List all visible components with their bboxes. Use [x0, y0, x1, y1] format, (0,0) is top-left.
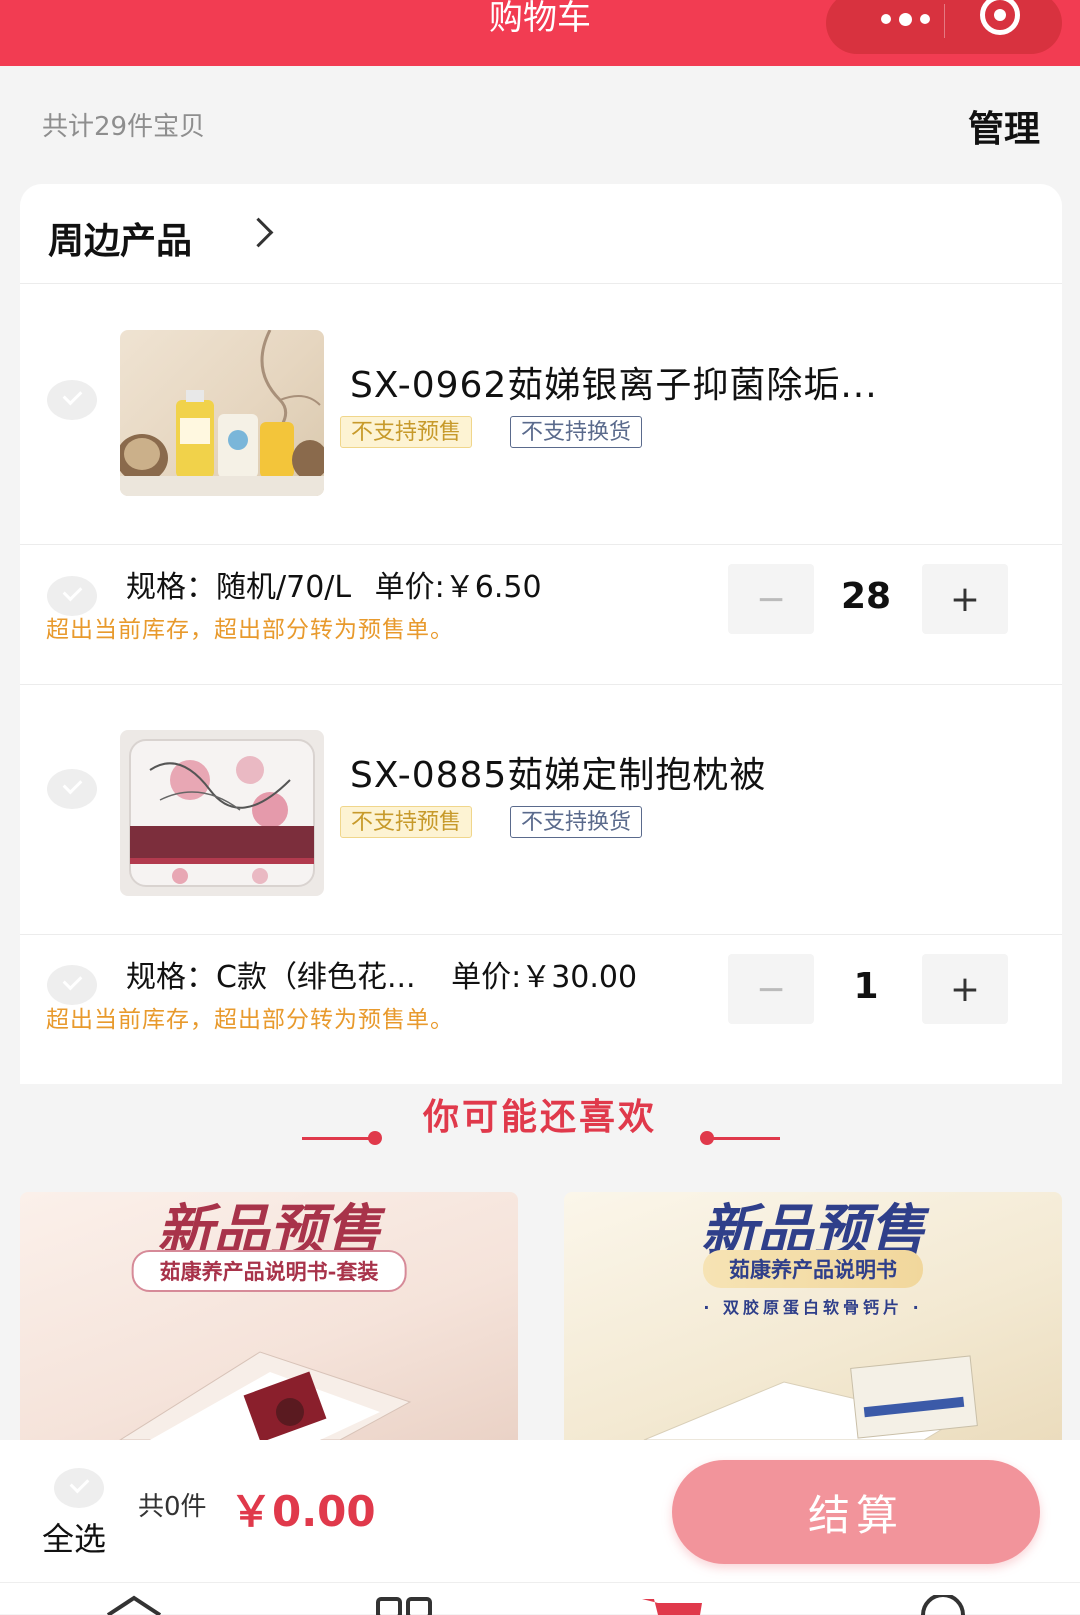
cleaner-bottles-illustration	[120, 330, 324, 496]
more-dots-icon[interactable]	[860, 0, 950, 46]
promo-card[interactable]: 新品预售 茹康养产品说明书-套装	[20, 1192, 518, 1440]
category-icon[interactable]	[376, 1595, 432, 1615]
cart-count-text: 共计29件宝贝	[42, 112, 206, 142]
select-all-checkbox[interactable]	[54, 1468, 104, 1508]
spec-text: 规格：随机/70/L	[126, 570, 352, 605]
selected-count: 共0件	[138, 1492, 207, 1522]
unit-price: ￥6.50	[444, 570, 542, 605]
spec-text: 规格：C款（绯色花...	[126, 960, 416, 995]
profile-icon[interactable]	[918, 1595, 968, 1615]
mini-program-capsule	[826, 0, 1062, 54]
checkout-bar: 全选 共0件 ￥0.00 结算	[0, 1440, 1080, 1582]
store-name: 周边产品	[48, 221, 193, 262]
stock-warning: 超出当前库存，超出部分转为预售单。	[46, 617, 454, 643]
spec-and-price: 规格：C款（绯色花... 单价:￥30.00	[126, 952, 637, 996]
manage-button[interactable]: 管理	[968, 100, 1040, 152]
select-all-label[interactable]: 全选	[42, 1514, 106, 1560]
price-label: 单价:	[451, 960, 522, 995]
decrease-button[interactable]: −	[728, 954, 814, 1024]
increase-button[interactable]: +	[922, 564, 1008, 634]
product-name[interactable]: SX-0885茹娣定制抱枕被	[350, 746, 990, 798]
product-name[interactable]: SX-0962茹娣银离子抑菌除垢...	[350, 356, 990, 408]
stock-warning: 超出当前库存，超出部分转为预售单。	[46, 1007, 454, 1033]
tag-no-exchange: 不支持换货	[510, 806, 643, 838]
increase-button[interactable]: +	[922, 954, 1008, 1024]
supplement-box-illustration	[643, 1355, 978, 1440]
tab-bar	[0, 1582, 1080, 1615]
brochure-illustration	[119, 1351, 412, 1440]
total-price: ￥0.00	[230, 1487, 376, 1536]
tag-no-presale: 不支持预售	[340, 416, 473, 448]
decrease-button[interactable]: −	[728, 564, 814, 634]
capsule-divider	[944, 4, 945, 38]
chevron-right-icon	[243, 217, 274, 248]
promo-subtitle: 茹康养产品说明书-套装	[131, 1250, 407, 1292]
tag-no-exchange: 不支持换货	[510, 416, 643, 448]
checkout-button[interactable]: 结算	[672, 1460, 1040, 1564]
decor-line	[712, 1137, 780, 1140]
target-circle-icon[interactable]	[980, 0, 1020, 35]
spec-and-price: 规格：随机/70/L 单价:￥6.50	[126, 562, 542, 606]
divider	[20, 544, 1062, 545]
store-card: 周边产品 SX-0962茹娣银离子抑菌除垢... 不支持预售 不支持换货 规格：…	[20, 184, 1062, 1084]
product-image[interactable]	[120, 730, 324, 896]
product-image[interactable]	[120, 330, 324, 496]
promo-subtitle: 茹康养产品说明书	[703, 1250, 923, 1288]
cart-icon[interactable]	[640, 1595, 704, 1615]
pillow-illustration	[129, 739, 315, 887]
item-checkbox[interactable]	[47, 769, 97, 809]
home-icon[interactable]	[104, 1595, 164, 1615]
spec-checkbox[interactable]	[47, 965, 97, 1005]
store-header[interactable]: 周边产品	[20, 184, 1062, 284]
divider	[20, 684, 1062, 685]
app-header: 购物车	[0, 0, 1080, 66]
tag-no-presale: 不支持预售	[340, 806, 473, 838]
divider	[20, 934, 1062, 935]
promo-card[interactable]: 新品预售 茹康养产品说明书 · 双胶原蛋白软骨钙片 ·	[564, 1192, 1062, 1440]
unit-price: ￥30.00	[521, 960, 638, 995]
promo-extra: · 双胶原蛋白软骨钙片 ·	[703, 1298, 923, 1317]
item-checkbox[interactable]	[47, 380, 97, 420]
quantity-value[interactable]: 28	[816, 576, 916, 617]
price-label: 单价:	[374, 570, 445, 605]
recommend-title: 你可能还喜欢	[422, 1097, 657, 1138]
quantity-value[interactable]: 1	[816, 966, 916, 1007]
